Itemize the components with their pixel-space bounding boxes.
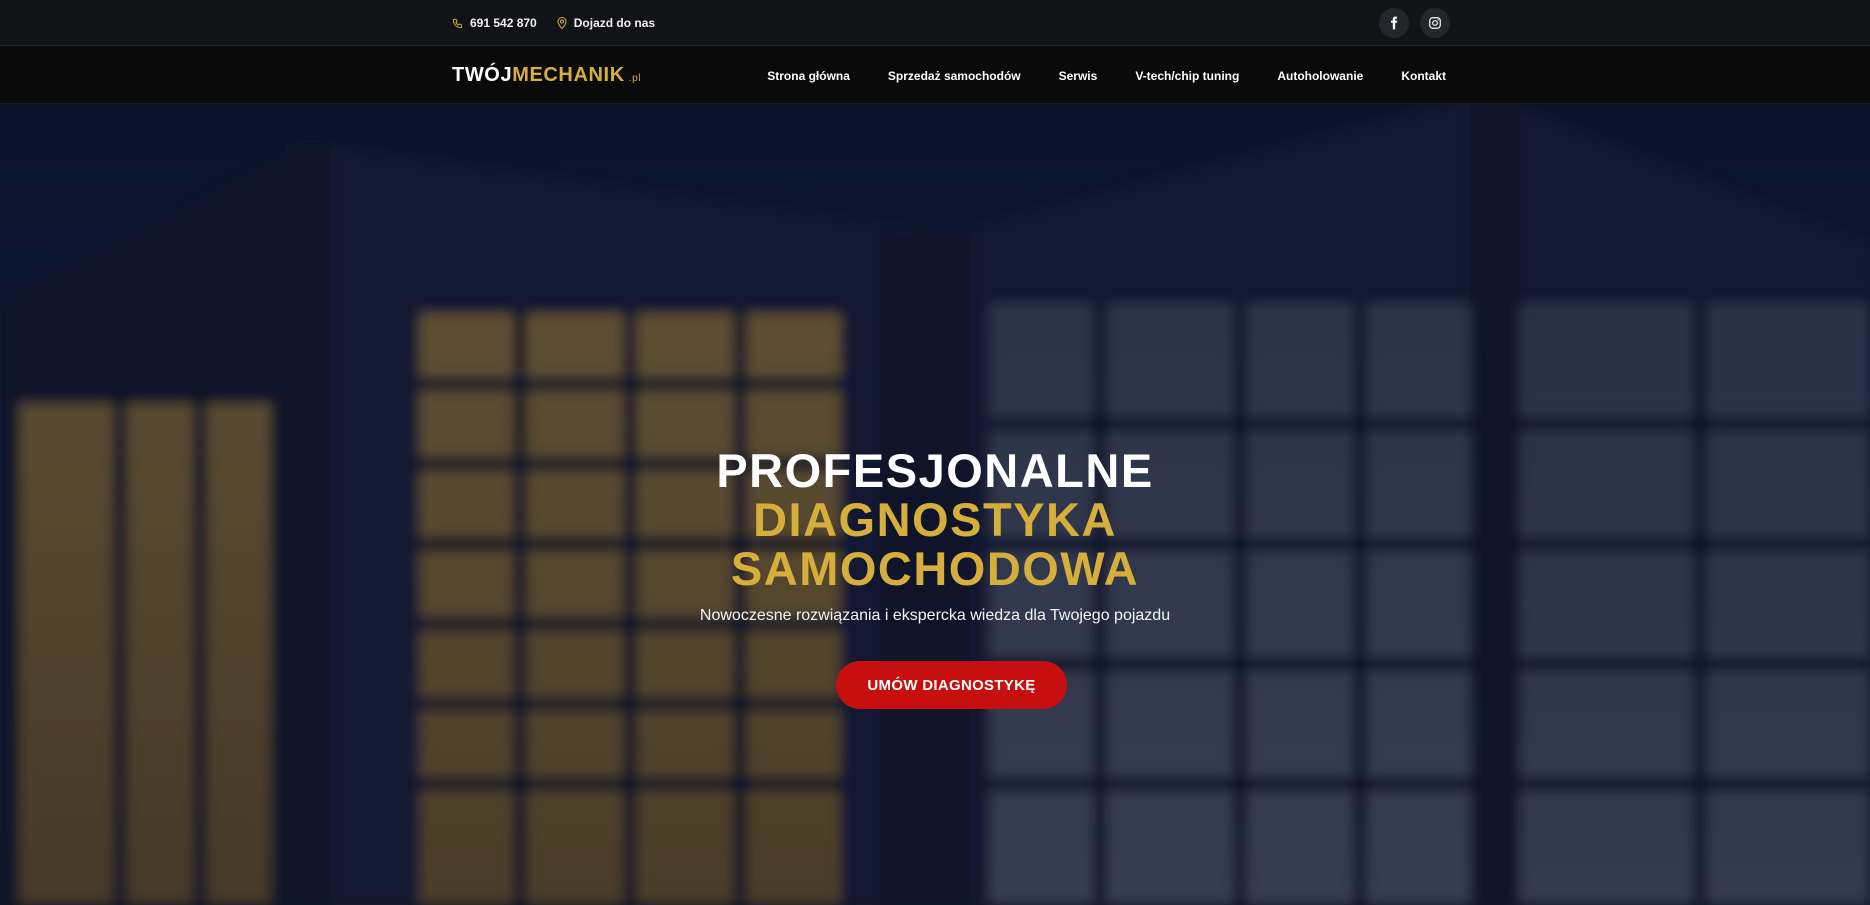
- logo-text-white: TWÓJ: [452, 64, 513, 86]
- nav-item-chip-tuning[interactable]: V-tech/chip tuning: [1135, 69, 1239, 83]
- location-label: Dojazd do nas: [573, 16, 656, 30]
- nav-item-towing[interactable]: Autoholowanie: [1277, 69, 1363, 83]
- main-menu: Strona główna Sprzedaż samochodów Serwis…: [729, 69, 1446, 83]
- logo-text-gold: MECHANIK: [512, 64, 625, 86]
- location-pin-icon: [557, 17, 567, 29]
- hero-section: PROFESJONALNE DIAGNOSTYKA SAMOCHODOWA No…: [0, 104, 1870, 905]
- hero-title-line-1: PROFESJONALNE: [716, 444, 1154, 497]
- main-navbar: TWÓJMECHANIK .pl Strona główna Sprzedaż s…: [0, 47, 1870, 104]
- hero-subtitle: Nowoczesne rozwiązania i ekspercka wiedz…: [699, 607, 1171, 624]
- book-diagnostics-button[interactable]: UMÓW DIAGNOSTYKĘ: [836, 661, 1067, 709]
- nav-item-car-sales[interactable]: Sprzedaż samochodów: [888, 69, 1021, 83]
- hero-title-line-3: SAMOCHODOWA: [730, 542, 1140, 595]
- phone-icon: [452, 18, 463, 28]
- hero-content: PROFESJONALNE DIAGNOSTYKA SAMOCHODOWA No…: [0, 104, 1870, 905]
- facebook-icon: [1391, 16, 1398, 30]
- phone-contact[interactable]: 691 542 870: [452, 16, 537, 30]
- location-link[interactable]: Dojazd do nas: [557, 16, 655, 30]
- social-links: [1379, 8, 1450, 38]
- hero-title-line-2: DIAGNOSTYKA: [753, 493, 1117, 546]
- nav-item-contact[interactable]: Kontakt: [1401, 69, 1446, 83]
- phone-number: 691 542 870: [470, 16, 537, 30]
- nav-item-service[interactable]: Serwis: [1059, 69, 1098, 83]
- instagram-button[interactable]: [1420, 8, 1450, 38]
- instagram-icon: [1429, 17, 1441, 29]
- logo-suffix: .pl: [628, 73, 642, 84]
- facebook-button[interactable]: [1379, 8, 1409, 38]
- top-bar: 691 542 870 Dojazd do nas: [0, 0, 1870, 46]
- site-logo[interactable]: TWÓJMECHANIK .pl: [452, 64, 641, 87]
- nav-item-home[interactable]: Strona główna: [767, 69, 850, 83]
